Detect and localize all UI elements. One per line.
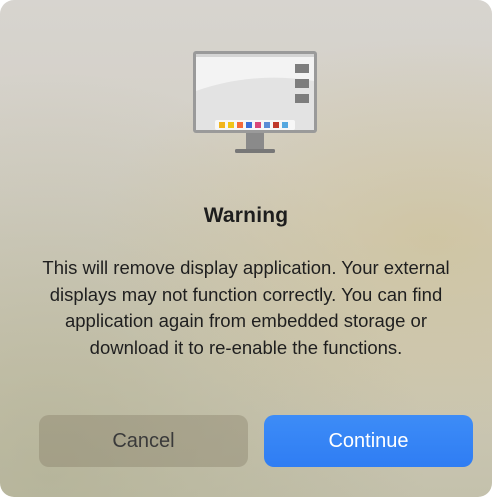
cancel-button[interactable]: Cancel	[39, 415, 248, 467]
warning-dialog: Warning This will remove display applica…	[0, 0, 492, 497]
monitor-icon	[193, 51, 317, 155]
dialog-message: This will remove display application. Yo…	[42, 257, 450, 358]
continue-button[interactable]: Continue	[264, 415, 473, 467]
dialog-title: Warning	[203, 204, 289, 227]
